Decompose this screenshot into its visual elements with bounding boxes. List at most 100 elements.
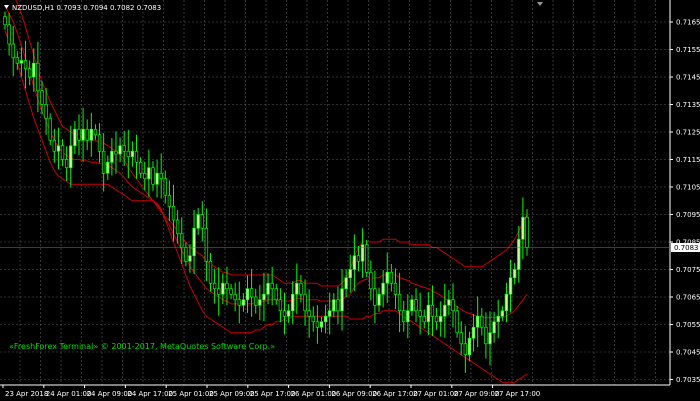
candle-body [475, 315, 480, 328]
candle-body [110, 150, 114, 163]
price-tick-label: 0.7155 [676, 46, 700, 54]
candle-body [159, 172, 163, 180]
candle-body [138, 161, 143, 174]
candle-body [328, 310, 332, 317]
candle-body [286, 310, 291, 317]
candle-body [130, 150, 135, 158]
candle-body [455, 310, 459, 334]
candle-body [459, 332, 463, 345]
candle-body [44, 104, 48, 119]
candle-body [344, 277, 348, 290]
candle-body [126, 150, 130, 158]
candle-body [175, 219, 180, 235]
candle-body [237, 299, 241, 306]
candle-body [7, 24, 11, 45]
price-tick-label: 0.7165 [676, 19, 700, 27]
candle-body [299, 282, 303, 295]
candle-body [414, 299, 418, 312]
candle-body [241, 299, 246, 306]
candle-body [443, 304, 447, 317]
time-tick-label: 25 Apr 01:00 [168, 390, 214, 398]
candle-body [492, 321, 496, 334]
candle-body [406, 310, 410, 323]
candle-body [303, 293, 307, 312]
candle-body [254, 296, 258, 306]
candle-body [40, 90, 44, 105]
time-tick-label: 25 Apr 17:00 [250, 390, 296, 398]
candle-body [377, 293, 381, 306]
candle-body [11, 43, 15, 59]
price-tick-label: 0.7105 [676, 184, 700, 192]
price-tick-label: 0.7115 [676, 156, 700, 164]
candle-body [488, 332, 492, 345]
candle-body [340, 288, 344, 312]
candle-body [348, 269, 352, 279]
candle-body [217, 288, 221, 295]
candle-body [365, 244, 369, 273]
current-price-label: 0.7083 [674, 244, 699, 252]
candle-body [262, 293, 266, 301]
candle-body [249, 288, 254, 298]
candle-body [402, 310, 406, 323]
candle-body [118, 145, 122, 155]
candle-body [60, 145, 65, 160]
price-tick-label: 0.7135 [676, 101, 700, 109]
chart-background [0, 0, 700, 401]
candle-body [352, 255, 357, 270]
candle-body [233, 293, 237, 301]
candle-body [97, 134, 102, 152]
candle-body [93, 128, 98, 136]
candle-body [163, 178, 167, 196]
candle-body [508, 277, 513, 295]
price-tick-label: 0.7075 [676, 266, 700, 274]
price-tick-label: 0.7055 [676, 321, 700, 329]
time-tick-label: 27 Apr 09:00 [454, 390, 500, 398]
candle-body [184, 247, 188, 262]
candle-body [278, 299, 283, 312]
candle-body [122, 145, 126, 152]
candle-body [385, 271, 389, 284]
copyright-label: «FreshForex Terminal» © 2001-2017, MetaQ… [9, 342, 275, 351]
candle-body [200, 214, 204, 229]
candle-body [225, 282, 229, 290]
price-tick-label: 0.7045 [676, 349, 700, 357]
candle-body [480, 315, 484, 328]
candle-body [381, 282, 385, 295]
candle-body [422, 315, 426, 323]
candle-body [397, 293, 402, 312]
candle-body [410, 299, 414, 312]
candle-body [484, 326, 488, 345]
candle-body [134, 150, 139, 163]
candle-body [36, 62, 40, 92]
chart-window[interactable]: 0.7165 0.7155 0.7145 0.7135 0.7125 0.7115 0.71… [0, 0, 700, 401]
candle-body [447, 299, 451, 306]
time-tick-label: 24 Apr 17:00 [127, 390, 173, 398]
time-tick-label: 26 Apr 09:00 [331, 390, 377, 398]
candle-body [151, 167, 155, 185]
candle-body [418, 310, 422, 317]
candle-body [64, 159, 69, 169]
candle-body [471, 326, 476, 339]
price-tick-label: 0.7125 [676, 129, 700, 137]
candle-body [155, 172, 159, 185]
candle-body [192, 227, 196, 257]
candle-body [52, 139, 57, 152]
candle-body [73, 128, 77, 147]
candle[interactable] [48, 113, 52, 146]
candle-body [32, 62, 36, 78]
candle-body [467, 337, 472, 356]
time-tick-label: 27 Apr 01:00 [413, 390, 459, 398]
candle-body [81, 128, 85, 141]
candle-body [307, 310, 311, 317]
candle-body [438, 315, 443, 323]
candle-body [212, 282, 217, 290]
price-tick-label: 0.7145 [676, 74, 700, 82]
candle-body [521, 216, 525, 240]
candle[interactable] [455, 305, 459, 338]
candle-body [496, 315, 500, 323]
price-chart[interactable]: 0.7165 0.7155 0.7145 0.7135 0.7125 0.7115 0.71… [0, 0, 700, 401]
candle-body [147, 167, 151, 180]
candle-body [451, 299, 455, 312]
candle[interactable] [365, 239, 369, 278]
candle-body [196, 214, 200, 229]
